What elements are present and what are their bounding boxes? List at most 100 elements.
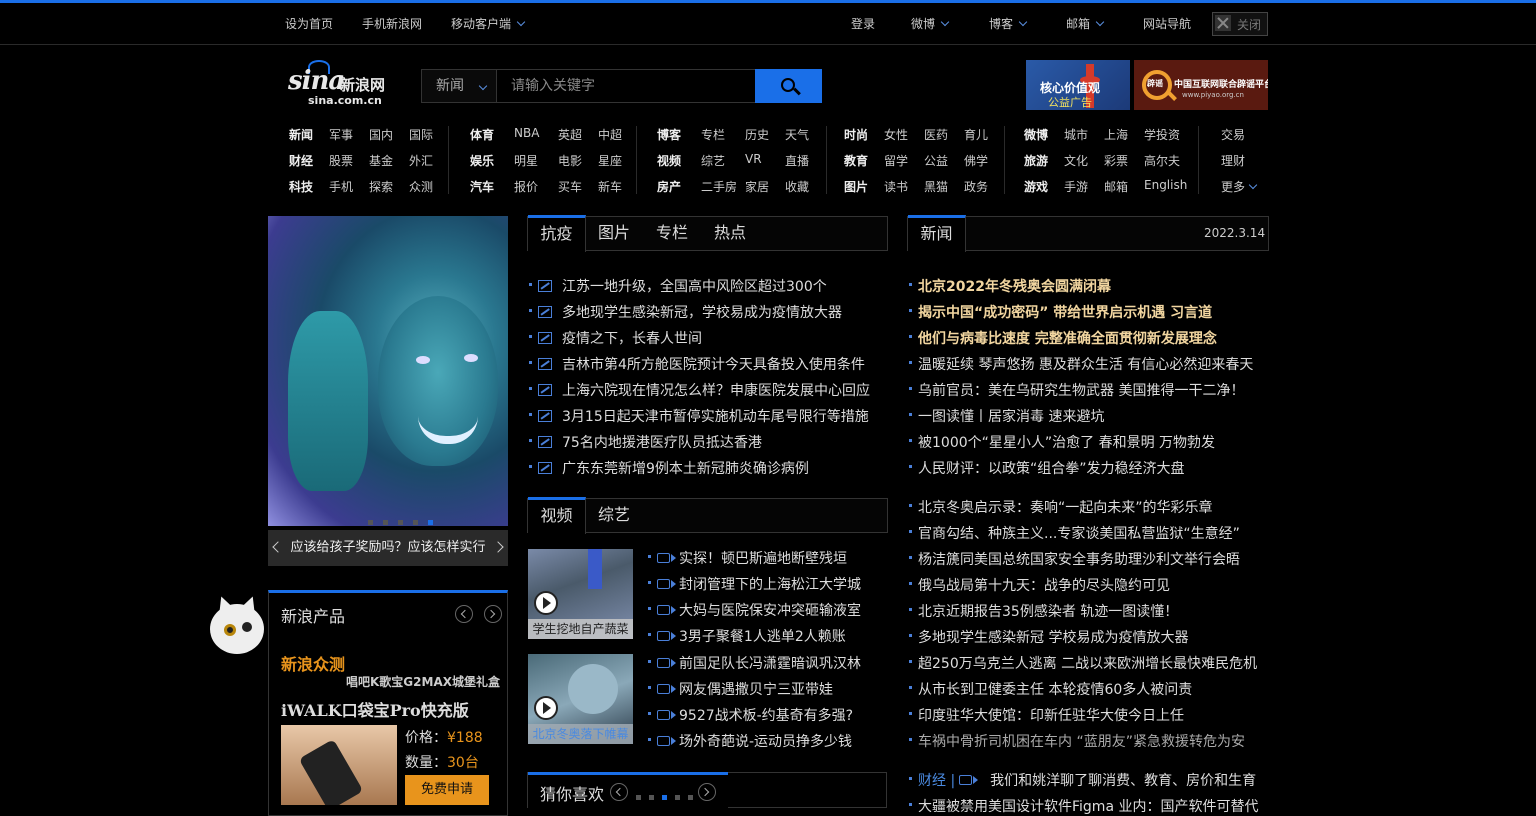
nav-channel-link[interactable]: NBA — [514, 126, 539, 140]
news-list-item[interactable]: 北京冬奥启示录：奏响“一起向未来”的华彩乐章 — [909, 497, 1213, 517]
headline-item[interactable]: 揭示中国“成功密码” 带给世界启示机遇 习言道 — [909, 302, 1212, 322]
nav-channel-link[interactable]: 英超 — [558, 126, 582, 143]
site-nav-link[interactable]: 网站导航 — [1143, 15, 1191, 32]
news-list-item[interactable]: 温暖延续 琴声悠扬 惠及群众生活 有信心必然迎来春天 — [909, 354, 1253, 374]
set-homepage-link[interactable]: 设为首页 — [285, 15, 333, 32]
slider-caption[interactable]: 应该给孩子奖励吗？应该怎样实行 — [268, 530, 508, 566]
guess-next-button[interactable] — [698, 783, 716, 801]
tab-hot[interactable]: 热点 — [702, 216, 758, 250]
nav-channel-link[interactable]: 国内 — [369, 126, 393, 143]
nav-channel-link[interactable]: 政务 — [964, 178, 988, 195]
finance-item[interactable]: 财经 | 我们和姚洋聊了聊消费、教育、房价和生育 — [909, 770, 1256, 790]
nav-channel-link[interactable]: 彩票 — [1104, 152, 1128, 169]
news-list-item[interactable]: 多地现学生感染新冠，学校易成为疫情放大器 — [529, 302, 842, 322]
news-list-item[interactable]: 北京近期报告35例感染者 轨迹一图读懂！ — [909, 601, 1178, 621]
news-list-item[interactable]: 车祸中骨折司机困在车内 “蓝朋友”紧急救援转危为安 — [909, 731, 1245, 751]
nav-channel-link[interactable]: 直播 — [785, 152, 809, 169]
news-list-item[interactable]: 广东东莞新增9例本土新冠肺炎确诊病例 — [529, 458, 809, 478]
promo-link[interactable]: 唱吧K歌宝G2MAX城堡礼盒 — [346, 673, 500, 690]
login-link[interactable]: 登录 — [851, 15, 875, 32]
news-list-item[interactable]: 一图读懂丨居家消毒 速来避坑 — [909, 406, 1104, 426]
nav-channel-link[interactable]: 家居 — [745, 178, 769, 195]
guess-dot[interactable] — [675, 795, 680, 800]
nav-channel-main[interactable]: 新闻 — [289, 126, 313, 143]
mascot-cat[interactable] — [206, 593, 268, 658]
nav-channel-main[interactable]: 体育 — [470, 126, 494, 143]
video-thumb[interactable]: 北京冬奥落下帷幕 — [528, 654, 633, 744]
nav-channel-link[interactable]: 手机 — [329, 178, 353, 195]
slider-dot[interactable] — [413, 520, 418, 525]
nav-channel-link[interactable]: 报价 — [514, 178, 538, 195]
nav-channel-main[interactable]: 游戏 — [1024, 178, 1048, 195]
tab-kangyi[interactable]: 抗疫 — [528, 215, 586, 252]
nav-channel-main[interactable]: 科技 — [289, 178, 313, 195]
nav-channel-link[interactable]: 理财 — [1221, 152, 1245, 169]
news-list-item[interactable]: 江苏一地升级，全国高中风险区超过300个 — [529, 276, 827, 296]
nav-channel-link[interactable]: 专栏 — [701, 126, 725, 143]
nav-channel-link[interactable]: 收藏 — [785, 178, 809, 195]
slider-dot[interactable] — [368, 520, 373, 525]
news-list-item[interactable]: 被1000个“星星小人”治愈了 春和景明 万物勃发 — [909, 432, 1215, 452]
nav-channel-main[interactable]: 财经 — [289, 152, 313, 169]
news-list-item[interactable]: 吉林市第4所方舱医院预计今天具备投入使用条件 — [529, 354, 865, 374]
nav-channel-link[interactable]: 买车 — [558, 178, 582, 195]
news-list-item[interactable]: 杨洁篪同美国总统国家安全事务助理沙利文举行会晤 — [909, 549, 1240, 569]
video-list-item[interactable]: 9527战术板-约基奇有多强? — [648, 705, 853, 725]
nav-channel-link[interactable]: 高尔夫 — [1144, 152, 1180, 169]
news-list-item[interactable]: 官商勾结、种族主义...专家谈美国私营监狱“生意经” — [909, 523, 1240, 543]
nav-channel-link[interactable]: 手游 — [1064, 178, 1088, 195]
nav-channel-main[interactable]: 时尚 — [844, 126, 868, 143]
news-list-item[interactable]: 俄乌战局第十九天：战争的尽头隐约可见 — [909, 575, 1170, 595]
nav-channel-link[interactable]: 外汇 — [409, 152, 433, 169]
nav-channel-link[interactable]: VR — [745, 152, 762, 166]
nav-channel-link[interactable]: 黑猫 — [924, 178, 948, 195]
tab-news[interactable]: 新闻 — [908, 215, 966, 252]
slider-dot[interactable] — [398, 520, 403, 525]
nav-channel-link[interactable]: 新车 — [598, 178, 622, 195]
nav-channel-link[interactable]: 国际 — [409, 126, 433, 143]
nav-channel-link[interactable]: 城市 — [1064, 126, 1088, 143]
sina-logo[interactable]: sina 新浪网 sina.com.cn — [288, 60, 400, 110]
headline-item[interactable]: 北京2022年冬残奥会圆满闭幕 — [909, 276, 1111, 296]
nav-channel-main[interactable]: 教育 — [844, 152, 868, 169]
nav-channel-link[interactable]: 交易 — [1221, 126, 1245, 143]
products-next-button[interactable] — [484, 605, 502, 623]
zhongce-link[interactable]: 新浪众测 — [281, 651, 345, 675]
nav-channel-link[interactable]: 上海 — [1104, 126, 1128, 143]
nav-channel-main[interactable]: 博客 — [657, 126, 681, 143]
video-list-item[interactable]: 封闭管理下的上海松江大学城 — [648, 574, 861, 594]
video-thumb[interactable]: 学生挖地自产蔬菜 — [528, 549, 633, 639]
free-apply-button[interactable]: 免费申请 — [405, 775, 489, 805]
search-button[interactable] — [755, 69, 822, 103]
news-list-item[interactable]: 疫情之下，长春人世间 — [529, 328, 702, 348]
finance-headline[interactable]: 我们和姚洋聊了聊消费、教育、房价和生育 — [990, 773, 1256, 789]
tab-variety[interactable]: 综艺 — [586, 498, 642, 532]
headline-item[interactable]: 他们与病毒比速度 完整准确全面贯彻新发展理念 — [909, 328, 1217, 348]
nav-channel-link[interactable]: English — [1144, 178, 1187, 192]
video-list-item[interactable]: 实探！顿巴斯遍地断壁残垣 — [648, 548, 847, 568]
nav-channel-link[interactable]: 读书 — [884, 178, 908, 195]
search-input[interactable] — [496, 69, 756, 103]
blog-menu[interactable]: 博客 — [989, 15, 1028, 32]
guess-dot[interactable] — [688, 795, 693, 800]
nav-channel-link[interactable]: 中超 — [598, 126, 622, 143]
nav-more-menu[interactable]: 更多 — [1221, 178, 1258, 195]
mail-menu[interactable]: 邮箱 — [1066, 15, 1105, 32]
news-list-item[interactable]: 印度驻华大使馆：印新任驻华大使今日上任 — [909, 705, 1184, 725]
finance-label[interactable]: 财经 | — [918, 773, 955, 789]
nav-channel-link[interactable]: 探索 — [369, 178, 393, 195]
nav-channel-link[interactable]: 综艺 — [701, 152, 725, 169]
news-list-item[interactable]: 人民财评：以政策“组合拳”发力稳经济大盘 — [909, 458, 1185, 478]
core-values-ad[interactable]: 核心价值观 公益广告 — [1026, 60, 1130, 110]
nav-channel-main[interactable]: 微博 — [1024, 126, 1048, 143]
nav-channel-link[interactable]: 佛学 — [964, 152, 988, 169]
close-button[interactable]: 关闭 — [1212, 12, 1268, 36]
tab-columns[interactable]: 专栏 — [644, 216, 700, 250]
nav-channel-link[interactable]: 女性 — [884, 126, 908, 143]
slider-dot[interactable] — [383, 520, 388, 525]
guess-dot[interactable] — [636, 795, 641, 800]
image-slider[interactable]: 应该给孩子奖励吗？应该怎样实行 — [268, 216, 508, 566]
nav-channel-link[interactable]: 医药 — [924, 126, 948, 143]
nav-channel-link[interactable]: 众测 — [409, 178, 433, 195]
finance-headline[interactable]: 大疆被禁用美国设计软件Figma 业内：国产软件可替代 — [918, 799, 1258, 815]
